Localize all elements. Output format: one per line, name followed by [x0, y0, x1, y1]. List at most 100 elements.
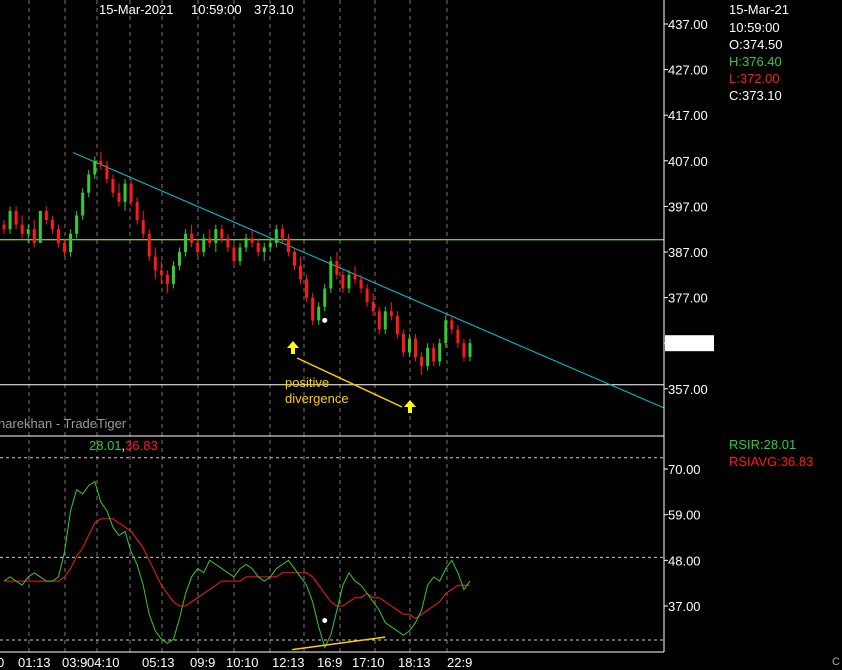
rsi-marker-dot [322, 618, 328, 624]
candle-body [274, 229, 278, 243]
candle-body [56, 229, 60, 243]
candle-body [2, 224, 6, 230]
candle-body [26, 229, 30, 234]
candle-body [32, 229, 36, 243]
candle-body [75, 215, 79, 234]
candle-body [208, 238, 212, 243]
header-date: 15-Mar-2021 [99, 2, 174, 17]
candle-body [214, 229, 218, 243]
price-panel [0, 0, 665, 652]
time-axis-label: 01:13 [18, 655, 51, 670]
rsi-avg-inline-value: 36.83 [125, 438, 158, 453]
candle-body [244, 238, 248, 248]
candle-body [63, 242, 67, 252]
time-axis-label: 09:9 [190, 655, 215, 670]
rsi-series-line [3, 480, 471, 649]
rsi-panel-rsi: RSIR:28.01 [729, 437, 797, 452]
price-axis-label: 437.00 [668, 17, 708, 32]
price-marker-dot [322, 317, 328, 323]
price-axis-label: 387.00 [668, 245, 708, 260]
time-axis: 0 01:13 03:9 04:10 05:13 09:9 10:10 12:13 16:9 17… [0, 651, 664, 670]
ohlc-low: L:372.00 [729, 71, 780, 86]
candle-body [69, 233, 73, 252]
candle-body [8, 210, 12, 230]
candle-body [87, 174, 91, 193]
candle-body [286, 238, 290, 252]
ohlc-close: C:373.10 [729, 88, 782, 103]
corner-mark: C [832, 656, 840, 668]
candle-body [250, 238, 254, 243]
candle-body [292, 252, 296, 266]
time-axis-label: 16:9 [317, 655, 342, 670]
candle-body [81, 192, 85, 216]
time-axis-label: 17:10 [352, 655, 385, 670]
candle-body [377, 311, 381, 330]
candle-body [129, 183, 133, 202]
candle-body [238, 247, 242, 262]
time-axis-label: 0 [0, 655, 4, 670]
candle-body [462, 343, 466, 357]
rsi-value-inline: 28.01,36.83 [89, 438, 158, 453]
candle-body [232, 247, 236, 262]
candle-body [184, 233, 188, 252]
price-axis-label: 357.00 [668, 382, 708, 397]
candle-body [93, 160, 97, 175]
stock-chart: 437.00 427.00 417.00 407.00 397.00 387.00 377.… [0, 0, 714, 670]
candle-body [50, 220, 54, 230]
candle-body [226, 238, 230, 248]
candle-body [141, 220, 145, 234]
candle-body [414, 338, 418, 357]
watermark-text: harekhan - TradeTiger [0, 416, 127, 431]
candle-body [147, 233, 151, 257]
candle-body [444, 320, 448, 344]
arrow-up-icon [287, 341, 299, 354]
candle-body [395, 315, 399, 335]
candle-body [383, 311, 387, 330]
candle-body [171, 265, 175, 284]
rsi-avg-series-line [4, 518, 470, 620]
candle-body [456, 329, 460, 344]
candle-body [401, 334, 405, 353]
candle-body [389, 311, 393, 316]
ohlc-date: 15-Mar-21 [729, 2, 789, 17]
candle-body [165, 274, 169, 284]
candle-body [365, 288, 369, 303]
candle-body [111, 179, 115, 193]
time-axis-label: 05:13 [142, 655, 175, 670]
candle-body [196, 242, 200, 252]
ohlc-high: H:376.40 [729, 54, 782, 69]
candle-body [20, 224, 24, 234]
candle-body [38, 210, 42, 243]
rsi-divergence-line [292, 636, 386, 651]
candle-body [299, 265, 303, 280]
arrow-up-icon [404, 400, 416, 413]
candle-body [317, 306, 321, 321]
candle-body [347, 274, 351, 289]
time-axis-label: 18:13 [398, 655, 431, 670]
ohlc-open: O:374.50 [729, 37, 783, 52]
candle-body [202, 238, 206, 252]
candle-body [153, 256, 157, 271]
candle-body [159, 270, 163, 275]
candle-body [335, 261, 339, 275]
annotation-divergence: divergence [285, 391, 349, 406]
time-axis-label: 10:10 [226, 655, 259, 670]
price-axis: 437.00 427.00 417.00 407.00 397.00 387.00 377.… [664, 17, 714, 614]
time-axis-label: 12:13 [272, 655, 305, 670]
rsi-axis-label: 37.00 [668, 599, 701, 614]
candle-body [123, 183, 127, 202]
candle-body [353, 274, 357, 280]
candle-body [44, 210, 48, 221]
candle-body [438, 343, 442, 362]
candle-body [311, 297, 315, 321]
price-axis-label: 397.00 [668, 199, 708, 214]
price-axis-label: 407.00 [668, 154, 708, 169]
candle-body [14, 210, 18, 225]
time-axis-label: 03:9 [62, 655, 87, 670]
candle-body [468, 343, 472, 357]
candle-body [371, 302, 375, 312]
candle-body [359, 279, 363, 289]
annotation-positive: positive [285, 375, 330, 390]
header-time: 10:59:00 [191, 2, 242, 17]
price-axis-label: 377.00 [668, 291, 708, 306]
